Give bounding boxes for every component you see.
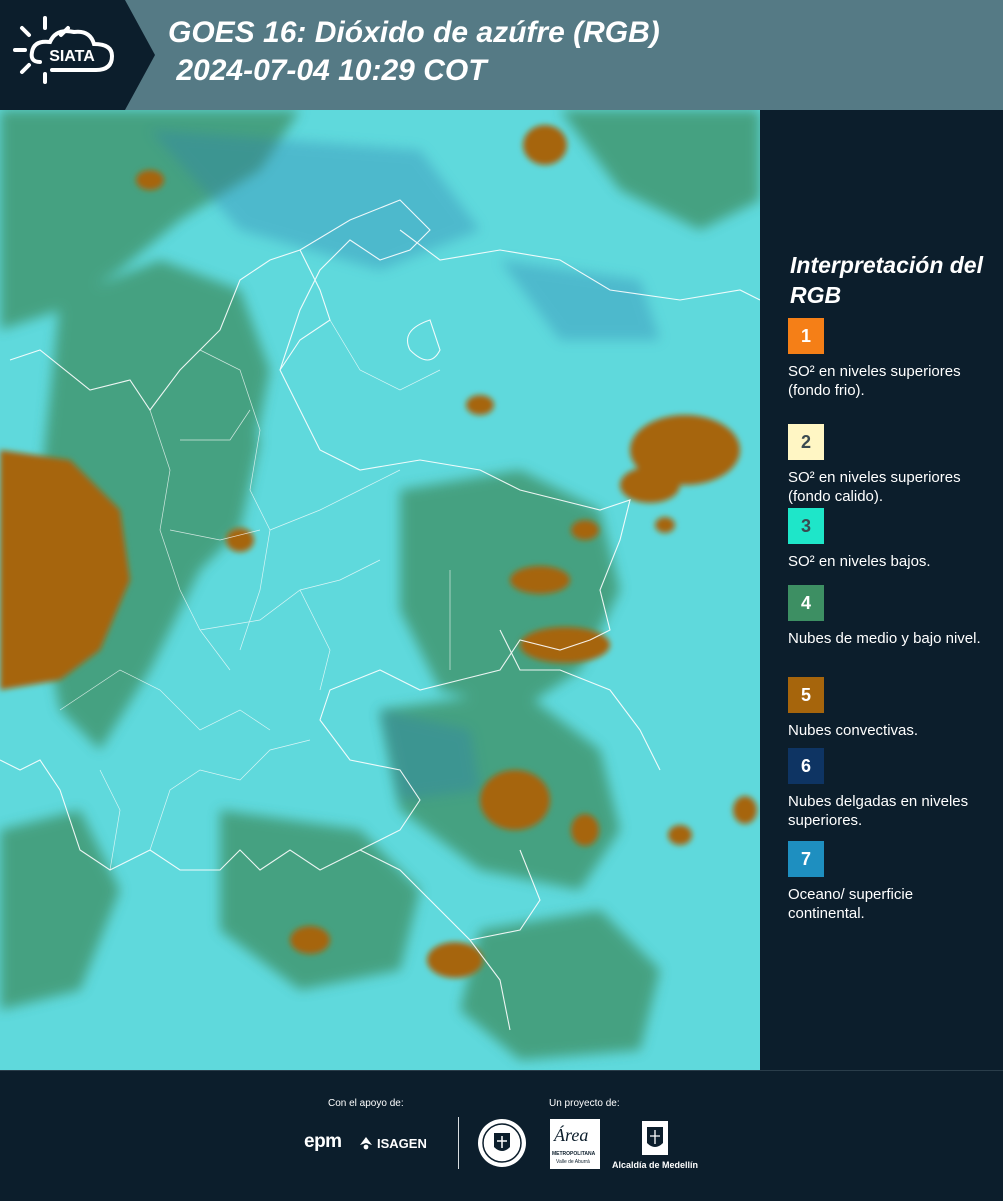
legend-label: SO² en niveles superiores (fondo frio). xyxy=(788,363,961,399)
legend-label: Nubes de medio y bajo nivel. xyxy=(788,630,981,647)
isagen-logo: ISAGEN xyxy=(358,1135,427,1151)
legend-label: Nubes delgadas en niveles superiores. xyxy=(788,793,969,829)
legend-swatch: 4 xyxy=(788,585,824,621)
legend-item: 7 Oceano/ superficie continental. xyxy=(788,841,993,923)
area-logo-line2: Valle de Aburrá xyxy=(556,1159,590,1165)
legend-label: Oceano/ superficie continental. xyxy=(788,886,914,922)
alcaldia-text: Alcaldía de Medellín xyxy=(612,1160,699,1170)
legend-title: Interpretación del RGB xyxy=(790,252,983,308)
isagen-mark-icon xyxy=(360,1137,372,1150)
legend-item: 4 Nubes de medio y bajo nivel. xyxy=(788,585,993,648)
support-label: Con el apoyo de: xyxy=(328,1098,404,1109)
footer-divider xyxy=(458,1117,459,1169)
epm-logo: epm xyxy=(304,1131,342,1152)
legend-label: SO² en niveles superiores (fondo calido)… xyxy=(788,469,961,505)
legend-swatch: 6 xyxy=(788,748,824,784)
legend-panel: Interpretación del RGB 1 SO² en niveles s… xyxy=(762,110,1003,1070)
isagen-text: ISAGEN xyxy=(377,1135,427,1151)
legend-item: 1 SO² en niveles superiores (fondo frio). xyxy=(788,318,993,400)
satellite-map xyxy=(0,110,760,1070)
legend-swatch: 5 xyxy=(788,677,824,713)
legend-swatch: 2 xyxy=(788,424,824,460)
area-metropolitana-logo: Área METROPOLITANA Valle de Aburrá xyxy=(550,1119,600,1169)
legend-item: 6 Nubes delgadas en niveles superiores. xyxy=(788,748,993,830)
sun-cloud-logo-icon: SIATA xyxy=(13,16,115,84)
area-logo-name: Área xyxy=(554,1125,589,1145)
project-label: Un proyecto de: xyxy=(549,1098,620,1109)
legend-item: 2 SO² en niveles superiores (fondo calido… xyxy=(788,424,993,506)
legend-swatch: 3 xyxy=(788,508,824,544)
so2-rgb-imagery xyxy=(0,110,760,1070)
siata-logo: SIATA xyxy=(0,0,155,110)
legend-swatch: 7 xyxy=(788,841,824,877)
legend-item: 5 Nubes convectivas. xyxy=(788,677,993,740)
alcaldia-shield-icon xyxy=(642,1121,668,1155)
title-line-product: GOES 16: Dióxido de azúfre (RGB) xyxy=(168,16,660,49)
legend-label: SO² en niveles bajos. xyxy=(788,553,931,570)
header-bar: SIATA GOES 16: Dióxido de azúfre (RGB) 2… xyxy=(0,0,1003,110)
title-line-timestamp: 2024-07-04 10:29 COT xyxy=(168,54,487,87)
area-logo-line1: METROPOLITANA xyxy=(552,1151,596,1157)
footer: Con el apoyo de: Un proyecto de: epm ISA… xyxy=(0,1070,1003,1201)
legend-swatch: 1 xyxy=(788,318,824,354)
page-title: GOES 16: Dióxido de azúfre (RGB) 2024-07… xyxy=(168,14,660,90)
legend-item: 3 SO² en niveles bajos. xyxy=(788,508,993,571)
medellin-seal-icon xyxy=(478,1119,526,1167)
legend-label: Nubes convectivas. xyxy=(788,722,919,739)
logo-text: SIATA xyxy=(49,48,95,65)
